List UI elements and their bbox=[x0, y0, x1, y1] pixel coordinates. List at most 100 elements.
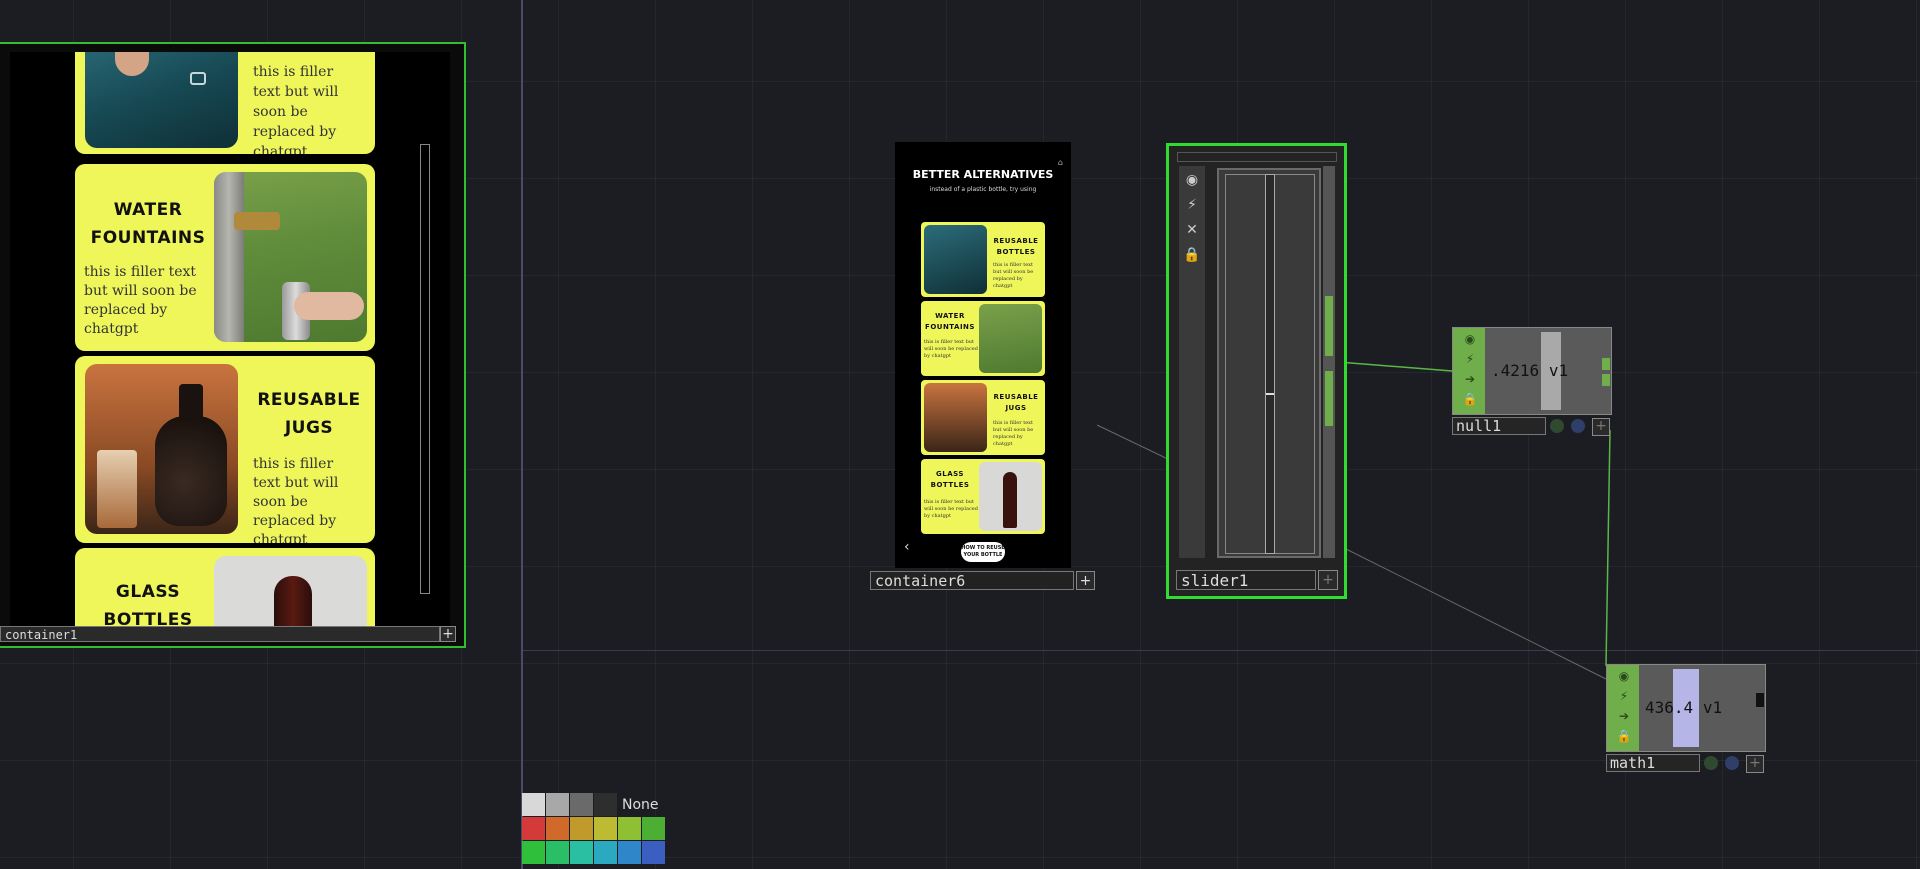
palette-swatch[interactable] bbox=[570, 817, 593, 840]
slider1-name-field[interactable]: slider1 bbox=[1176, 570, 1316, 590]
slider1-output-connector-2[interactable] bbox=[1325, 371, 1333, 426]
card-title: WATER FOUNTAINS bbox=[90, 200, 206, 248]
null1-channel: v1 bbox=[1548, 361, 1569, 380]
viewer-icon[interactable]: ◉ bbox=[1615, 667, 1633, 685]
palette-swatch[interactable] bbox=[522, 817, 545, 840]
bypass-icon[interactable]: ⚡ bbox=[1615, 687, 1633, 705]
fountain-photo bbox=[214, 172, 367, 342]
palette-swatch[interactable] bbox=[522, 793, 545, 816]
slider1-tabs bbox=[1177, 152, 1337, 162]
null1-node[interactable]: ◉ ⚡ ➔ 🔒 .4216 v1 bbox=[1452, 327, 1612, 415]
container1-add-button[interactable]: + bbox=[440, 626, 456, 642]
c6-card-title: REUSABLE BOTTLES bbox=[993, 237, 1039, 256]
cola-bottle bbox=[274, 576, 312, 628]
c6-card-body: this is filler text but will soon be rep… bbox=[924, 499, 978, 519]
null1-name-field[interactable]: null1 bbox=[1452, 417, 1546, 435]
viewer-icon[interactable]: ◉ bbox=[1461, 330, 1479, 348]
c6-card-reusable-jugs: REUSABLE JUGS this is filler text but wi… bbox=[921, 380, 1045, 455]
slider1-output-connector[interactable] bbox=[1325, 296, 1333, 356]
container1-node[interactable]: this is filler text but will soon be rep… bbox=[0, 42, 466, 648]
math1-name-field[interactable]: math1 bbox=[1606, 754, 1700, 772]
slider1-level-mark bbox=[1266, 393, 1274, 396]
palette-swatch[interactable] bbox=[642, 817, 665, 840]
null1-op-buttons: ◉ ⚡ ➔ 🔒 bbox=[1453, 328, 1485, 414]
null1-add-button[interactable]: + bbox=[1592, 418, 1610, 436]
lock-icon[interactable]: 🔒 bbox=[1615, 727, 1633, 745]
flag-arrow-icon[interactable]: ➔ bbox=[1615, 707, 1633, 725]
c6-jug-photo bbox=[924, 383, 987, 452]
palette-swatch[interactable] bbox=[618, 841, 641, 864]
slider1-add-button[interactable]: + bbox=[1318, 570, 1338, 590]
palette-swatch[interactable] bbox=[546, 841, 569, 864]
palette-swatch[interactable] bbox=[546, 817, 569, 840]
c6-card-body: this is filler text but will soon be rep… bbox=[993, 262, 1034, 289]
logo-mark bbox=[190, 72, 206, 85]
container6-name-field[interactable]: container6 bbox=[870, 571, 1074, 590]
math1-add-button[interactable]: + bbox=[1746, 755, 1764, 773]
null1-output-connector[interactable] bbox=[1602, 358, 1610, 370]
slider1-knob[interactable] bbox=[1265, 174, 1275, 554]
null1-output-connector-2[interactable] bbox=[1602, 374, 1610, 386]
lock-icon[interactable]: 🔒 bbox=[1181, 244, 1203, 266]
null1-render-flag[interactable] bbox=[1571, 419, 1585, 433]
container1-viewer: this is filler text but will soon be rep… bbox=[10, 52, 450, 628]
null1-display-flag[interactable] bbox=[1550, 419, 1564, 433]
person-drinking-photo bbox=[85, 52, 238, 148]
c6-fountain-photo bbox=[979, 304, 1042, 373]
glass-shape bbox=[97, 450, 137, 528]
palette-swatch[interactable] bbox=[594, 841, 617, 864]
math1-value-readout: 436.4 v1 bbox=[1645, 665, 1755, 751]
glass-bottle-photo bbox=[214, 556, 367, 628]
math1-output-connector[interactable] bbox=[1756, 693, 1764, 707]
container1-name-field[interactable]: container1 bbox=[0, 626, 440, 642]
card-reusable-jugs: REUSABLE JUGS this is filler text but wi… bbox=[75, 356, 375, 543]
palette-none-label[interactable]: None bbox=[622, 797, 659, 813]
palette-swatch[interactable] bbox=[546, 793, 569, 816]
c6-card-reusable-bottles: REUSABLE BOTTLES this is filler text but… bbox=[921, 222, 1045, 297]
palette-swatch[interactable] bbox=[594, 817, 617, 840]
math1-render-flag[interactable] bbox=[1725, 756, 1739, 770]
c6-card-body: this is filler text but will soon be rep… bbox=[924, 339, 978, 359]
jug-photo bbox=[85, 364, 238, 534]
back-icon[interactable]: ‹ bbox=[904, 539, 910, 555]
container6-add-button[interactable]: + bbox=[1076, 571, 1095, 590]
c6-card-title: WATER FOUNTAINS bbox=[925, 312, 975, 331]
cta-button[interactable]: HOW TO REUSE YOUR BOTTLE bbox=[961, 542, 1005, 562]
c6-card-body: this is filler text but will soon be rep… bbox=[993, 420, 1034, 447]
viewer-icon[interactable]: ◉ bbox=[1181, 169, 1203, 191]
palette-swatch[interactable] bbox=[570, 793, 593, 816]
card-title: REUSABLE JUGS bbox=[257, 390, 361, 438]
slider1-track[interactable] bbox=[1217, 168, 1321, 558]
home-icon: ⌂ bbox=[1057, 158, 1063, 167]
card-title: GLASS BOTTLES bbox=[103, 582, 193, 628]
c6-card-title: REUSABLE JUGS bbox=[993, 393, 1039, 412]
slider1-op-buttons: ◉ ⚡ ✕ 🔒 bbox=[1179, 166, 1205, 558]
palette-swatch[interactable] bbox=[642, 841, 665, 864]
wire-null1-math1 bbox=[1605, 429, 1611, 667]
palette-swatch[interactable] bbox=[594, 793, 617, 816]
jug-shape bbox=[155, 416, 227, 526]
fountain-post bbox=[214, 172, 244, 342]
bypass-icon[interactable]: ⚡ bbox=[1461, 350, 1479, 368]
palette-swatch[interactable] bbox=[570, 841, 593, 864]
math1-display-flag[interactable] bbox=[1704, 756, 1718, 770]
lock-icon[interactable]: 🔒 bbox=[1461, 390, 1479, 408]
container1-scrollbar[interactable] bbox=[420, 144, 430, 594]
palette-swatch[interactable] bbox=[618, 817, 641, 840]
card-body: this is filler text but will soon be rep… bbox=[84, 264, 197, 337]
card-body: this is filler text but will soon be rep… bbox=[253, 456, 339, 543]
c6-cola-bottle bbox=[1003, 472, 1017, 528]
flag-arrow-icon[interactable]: ➔ bbox=[1461, 370, 1479, 388]
math1-channel: v1 bbox=[1702, 698, 1723, 717]
slider1-right-rail bbox=[1323, 166, 1335, 558]
c6-card-title: GLASS BOTTLES bbox=[930, 470, 970, 489]
hand-shape bbox=[115, 52, 149, 76]
slider1-node[interactable]: ◉ ⚡ ✕ 🔒 bbox=[1166, 143, 1347, 599]
bypass-icon[interactable]: ⚡ bbox=[1181, 194, 1203, 216]
container6-node[interactable]: ⌂ BETTER ALTERNATIVES instead of a plast… bbox=[895, 142, 1071, 568]
palette-swatch[interactable] bbox=[522, 841, 545, 864]
math1-node[interactable]: ◉ ⚡ ➔ 🔒 436.4 v1 bbox=[1606, 664, 1766, 752]
c6-person-photo bbox=[924, 225, 987, 294]
null1-value-readout: .4216 v1 bbox=[1491, 328, 1601, 414]
close-icon[interactable]: ✕ bbox=[1181, 219, 1203, 241]
